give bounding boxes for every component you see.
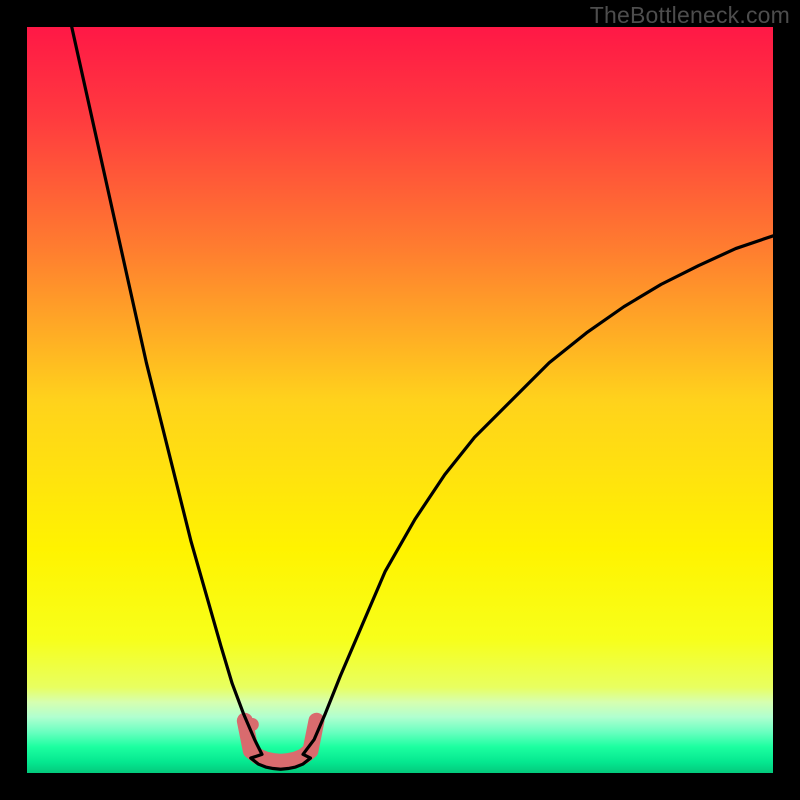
gradient-background bbox=[27, 27, 773, 773]
chart-svg bbox=[27, 27, 773, 773]
plot-area bbox=[27, 27, 773, 773]
chart-frame: TheBottleneck.com bbox=[0, 0, 800, 800]
watermark-text: TheBottleneck.com bbox=[590, 2, 790, 29]
